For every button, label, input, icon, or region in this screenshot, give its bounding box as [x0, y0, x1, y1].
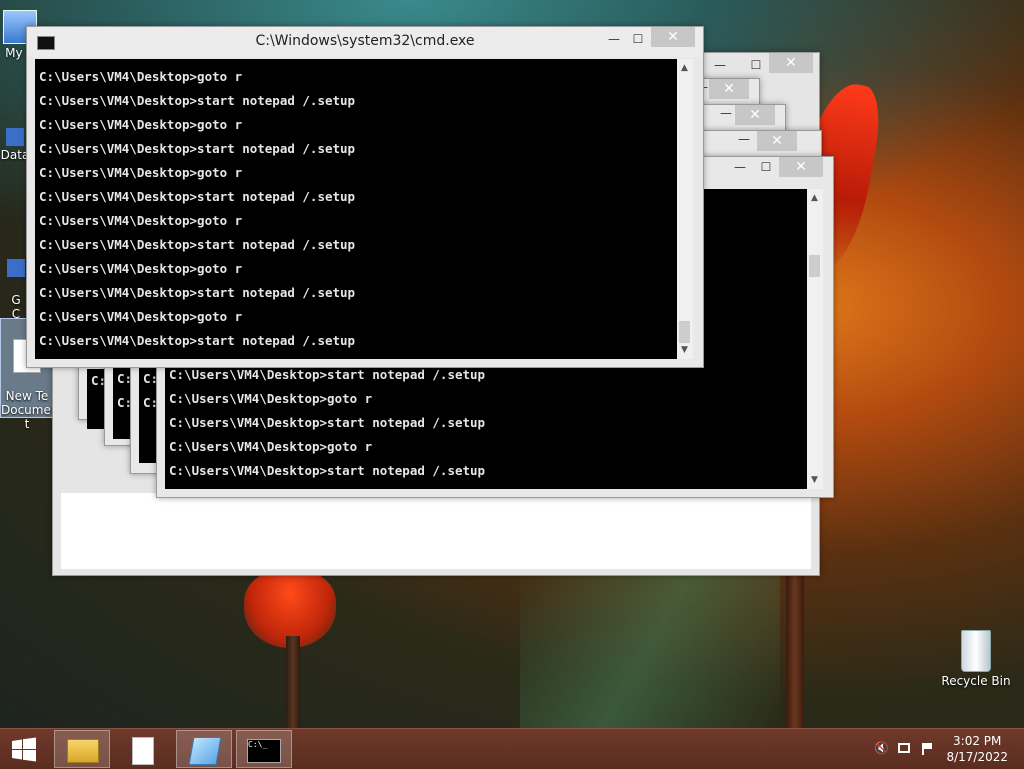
console-output[interactable]: C:\Users\VM4\Desktop>goto r C:\Users\VM4… [35, 59, 677, 359]
minimize-button[interactable]: — [707, 57, 733, 75]
console-line: C:\Users\VM4\Desktop>start notepad /.set… [169, 463, 486, 478]
minimize-button[interactable]: — [601, 31, 627, 49]
notepad-icon [188, 737, 222, 765]
console-line: C:\Users\VM4\Desktop>goto r [39, 213, 243, 228]
scroll-up-arrow[interactable]: ▲ [677, 61, 692, 75]
console-line: C:\Users\VM4\Desktop>goto r [169, 439, 373, 454]
console-line: C:\Users\VM4\Desktop>goto r [39, 117, 243, 132]
close-button[interactable]: ✕ [709, 79, 749, 99]
shortcut-icon [7, 259, 25, 277]
maximize-button[interactable]: ☐ [743, 57, 769, 75]
taskbar: C:\_ 🔇 3:02 PM 8/17/2022 [0, 728, 1024, 769]
action-center-icon[interactable] [922, 741, 938, 757]
desktop-icon-recycle-bin[interactable]: Recycle Bin [940, 630, 1012, 688]
close-button[interactable]: ✕ [735, 105, 775, 125]
title-bar[interactable]: C:\Windows\system32\cmd.exe — ☐ ✕ [27, 27, 703, 57]
desktop-icon-label: New Te Documen t [1, 389, 59, 431]
clock-date: 8/17/2022 [946, 750, 1008, 764]
system-clock[interactable]: 3:02 PM 8/17/2022 [946, 733, 1008, 765]
close-button[interactable]: ✕ [651, 27, 695, 47]
taskbar-cmd[interactable]: C:\_ [236, 730, 292, 768]
start-button[interactable] [0, 730, 48, 768]
console-line: C:\Users\VM4\Desktop>start notepad /.set… [39, 93, 356, 108]
clock-time: 3:02 PM [953, 734, 1002, 748]
scroll-down-arrow[interactable]: ▼ [677, 343, 692, 357]
vertical-scrollbar[interactable]: ▲ ▼ [677, 59, 693, 359]
console-line: C:\Users\VM4\Desktop>goto r [39, 261, 243, 276]
file-explorer-icon [67, 739, 99, 763]
vertical-scrollbar[interactable]: ▲ ▼ [807, 189, 823, 489]
shortcut-icon [6, 128, 24, 146]
console-line: C:\Users\VM4\Desktop>start notepad /.set… [169, 415, 486, 430]
console-line: C:\Users\VM4\Desktop>start notepad /.set… [39, 237, 356, 252]
cmd-window-main[interactable]: C:\Windows\system32\cmd.exe — ☐ ✕ C:\Use… [26, 26, 704, 368]
close-button[interactable]: ✕ [769, 53, 813, 73]
scroll-down-arrow[interactable]: ▼ [807, 473, 822, 487]
console-line: C:\Users\VM4\Desktop>start notepad /.set… [39, 333, 356, 348]
taskbar-file-explorer[interactable] [54, 730, 110, 768]
volume-muted-icon[interactable]: 🔇 [874, 741, 890, 757]
minimize-button[interactable]: — [731, 131, 757, 149]
taskbar-notepad[interactable] [176, 730, 232, 768]
wallpaper-stem [286, 636, 300, 731]
network-icon[interactable] [898, 741, 914, 757]
console-line: C:\Users\VM4\Desktop>goto r [169, 391, 373, 406]
scrollbar-thumb[interactable] [679, 321, 690, 343]
maximize-button[interactable]: ☐ [753, 159, 779, 177]
console-line: C:\Users\VM4\Desktop>start notepad /.set… [39, 141, 356, 156]
command-prompt-icon: C:\_ [247, 739, 281, 763]
desktop-icon-label: Recycle Bin [941, 674, 1011, 688]
notepad-text-area[interactable] [61, 493, 811, 569]
taskbar-document[interactable] [114, 730, 170, 768]
scroll-up-arrow[interactable]: ▲ [807, 191, 822, 205]
desktop-icon-label: G C [11, 293, 21, 321]
minimize-button[interactable]: — [727, 159, 753, 177]
maximize-button[interactable]: ☐ [625, 31, 651, 49]
wallpaper-stem [786, 570, 804, 730]
console-line: C:\Users\VM4\Desktop>goto r [39, 309, 243, 324]
wallpaper-leaf [520, 560, 780, 730]
windows-logo-icon [12, 737, 36, 762]
console-line: C:\Users\VM4\Desktop>start notepad /.set… [39, 285, 356, 300]
scrollbar-thumb[interactable] [809, 255, 820, 277]
console-line: C:\Users\VM4\Desktop>goto r [39, 69, 243, 84]
document-icon [132, 737, 154, 765]
console-line: C:\Users\VM4\Desktop>goto r [39, 165, 243, 180]
close-button[interactable]: ✕ [757, 131, 797, 151]
close-button[interactable]: ✕ [779, 157, 823, 177]
recycle-bin-icon [961, 630, 991, 672]
console-line: C:\Users\VM4\Desktop>start notepad /.set… [39, 189, 356, 204]
